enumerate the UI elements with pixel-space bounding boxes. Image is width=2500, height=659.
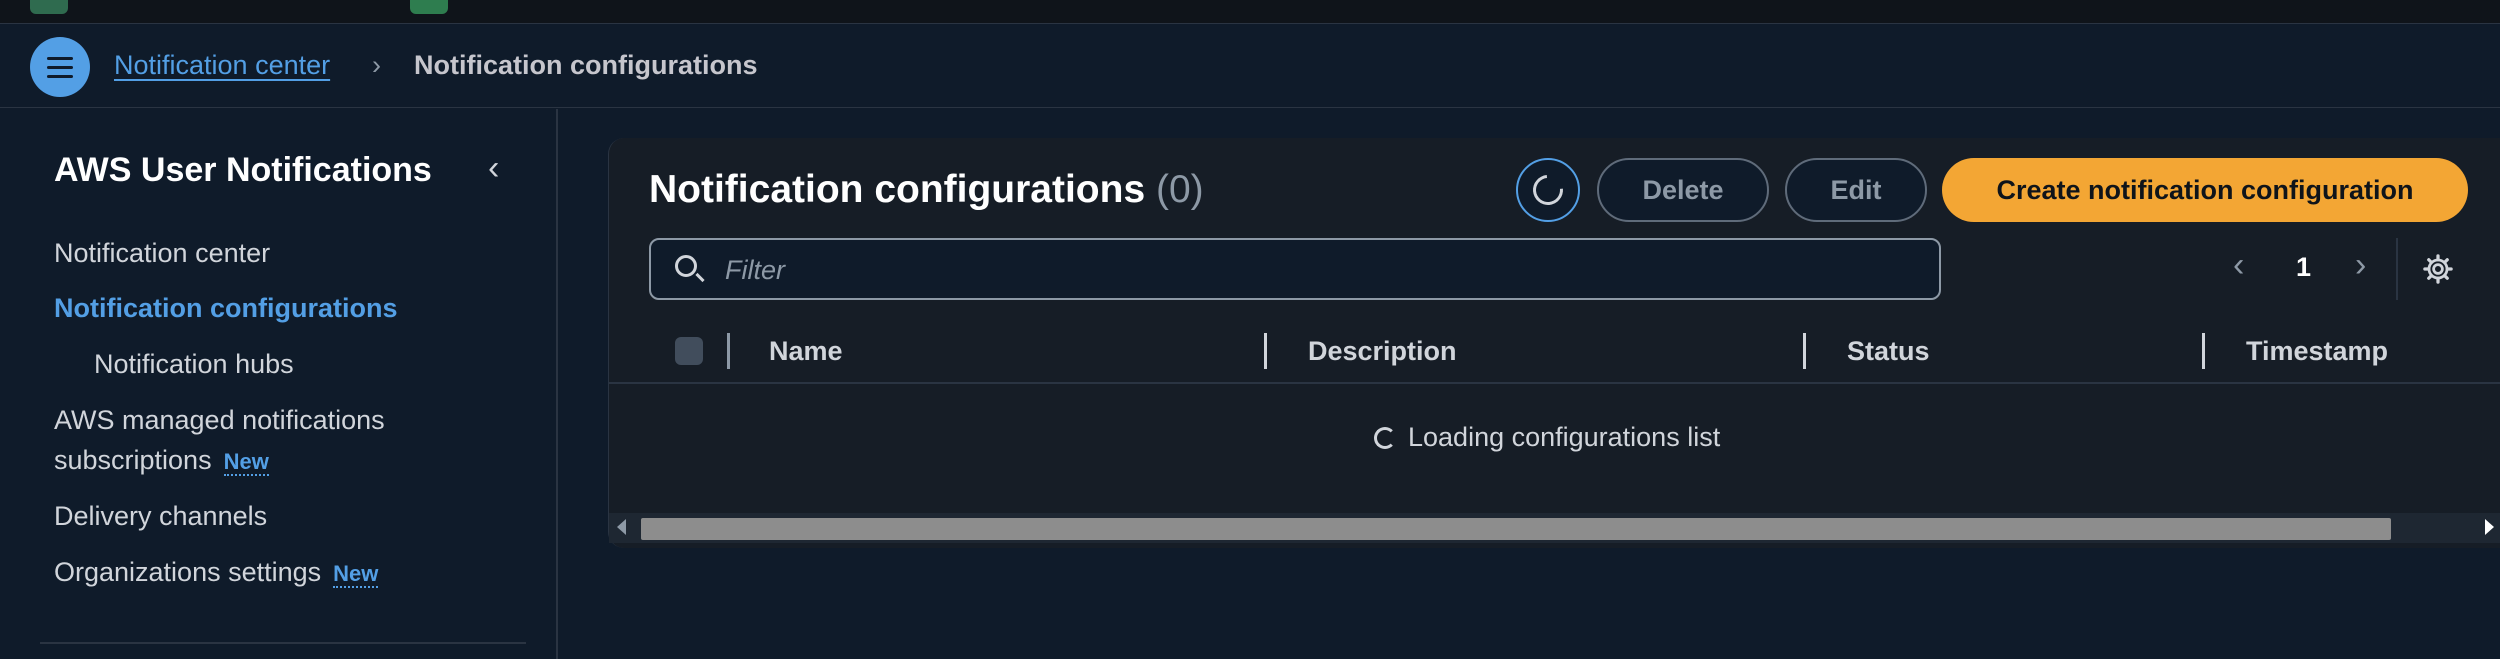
scrollbar-thumb[interactable] (641, 518, 2391, 540)
column-header-description[interactable]: Description (1308, 336, 1457, 367)
sidebar-item-organizations-settings[interactable]: Organizations settings New (54, 557, 379, 588)
page-number[interactable]: 1 (2296, 252, 2311, 283)
settings-gear-icon[interactable] (2423, 254, 2453, 284)
column-header-name[interactable]: Name (769, 336, 843, 367)
column-resize-handle[interactable] (2202, 333, 2205, 369)
refresh-button[interactable] (1516, 158, 1580, 222)
side-navigation: AWS User Notifications ‹ Notification ce… (0, 109, 558, 659)
loading-text: Loading configurations list (1408, 422, 1721, 452)
horizontal-scrollbar[interactable] (609, 513, 2500, 543)
sidebar-item-notification-center[interactable]: Notification center (54, 238, 270, 269)
spinner-icon (1374, 426, 1396, 449)
column-header-status[interactable]: Status (1847, 336, 1930, 367)
service-favicon-icon (30, 0, 68, 14)
sidebar-item-aws-managed-notifications[interactable]: AWS managed notifications (54, 405, 385, 436)
edit-button[interactable]: Edit (1785, 158, 1927, 222)
table-header-row: Name Description Status Timestamp (609, 316, 2500, 384)
new-badge: New (223, 449, 269, 476)
configurations-table-container: Notification configurations (0) Delete E… (608, 138, 2500, 548)
chevron-right-icon: › (372, 50, 381, 80)
page-title: Notification configurations (0) (649, 168, 1204, 212)
scroll-left-arrow-icon[interactable] (617, 519, 626, 535)
menu-icon (47, 54, 73, 81)
breadcrumb-link-notification-center[interactable]: Notification center (114, 50, 330, 81)
refresh-icon (1526, 168, 1570, 212)
new-badge: New (333, 561, 379, 588)
column-resize-handle[interactable] (1264, 333, 1267, 369)
collapse-sidebar-chevron-left-icon[interactable]: ‹ (488, 149, 499, 188)
item-count: (0) (1156, 168, 1204, 211)
sidebar-divider (40, 642, 526, 644)
sidebar-item-label: Organizations settings (54, 557, 322, 587)
previous-page-chevron-left-icon[interactable]: ‹ (2233, 246, 2244, 285)
sidebar-item-aws-managed-notifications-line2[interactable]: subscriptions New (54, 445, 269, 476)
service-favicon-icon (410, 0, 448, 14)
sidebar-item-notification-hubs[interactable]: Notification hubs (94, 349, 294, 380)
top-tab-strip (0, 0, 2500, 24)
breadcrumb-current: Notification configurations (414, 50, 758, 80)
sidebar-item-delivery-channels[interactable]: Delivery channels (54, 501, 267, 532)
menu-button[interactable] (30, 37, 90, 97)
search-icon (675, 255, 697, 277)
column-resize-handle[interactable] (1803, 333, 1806, 369)
column-header-timestamp[interactable]: Timestamp (2246, 336, 2388, 367)
sidebar-item-label: subscriptions (54, 445, 212, 475)
next-page-chevron-right-icon[interactable]: › (2355, 246, 2366, 285)
scroll-right-arrow-icon[interactable] (2485, 519, 2494, 535)
page-title-text: Notification configurations (649, 168, 1146, 211)
sidebar-item-label: AWS managed notifications (54, 405, 385, 435)
filter-input[interactable] (725, 252, 1905, 288)
sidebar-title: AWS User Notifications (54, 151, 432, 189)
filter-field[interactable] (649, 238, 1941, 300)
column-divider (727, 333, 730, 369)
sidebar-item-notification-configurations[interactable]: Notification configurations (54, 293, 398, 324)
delete-button[interactable]: Delete (1597, 158, 1769, 222)
select-all-checkbox[interactable] (675, 337, 703, 365)
breadcrumb-bar: Notification center › Notification confi… (0, 24, 2500, 108)
create-notification-configuration-button[interactable]: Create notification configuration (1942, 158, 2468, 222)
pager-divider (2396, 238, 2398, 300)
loading-indicator: Loading configurations list (1374, 422, 1720, 453)
